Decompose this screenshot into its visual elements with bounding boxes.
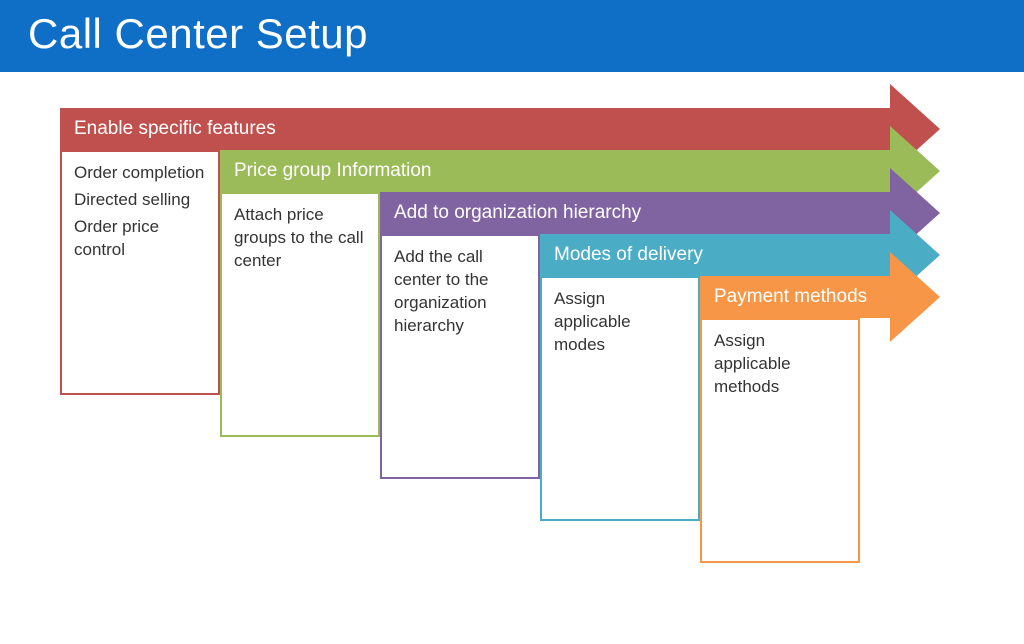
step-header: Enable specific features	[60, 108, 890, 150]
step-header: Payment methods	[700, 276, 890, 318]
step-label: Enable specific features	[74, 118, 276, 140]
step-item: Assign applicable methods	[714, 330, 846, 399]
step-description: Add the call center to the organization …	[380, 234, 540, 479]
step-label: Payment methods	[714, 286, 867, 308]
step-header: Add to organization hierarchy	[380, 192, 890, 234]
step-item: Add the call center to the organization …	[394, 246, 526, 338]
step-item: Order completion	[74, 162, 206, 185]
step-item: Assign applicable modes	[554, 288, 686, 357]
arrow-icon	[890, 252, 940, 342]
step-item: Order price control	[74, 216, 206, 262]
step-label: Price group Information	[234, 160, 432, 182]
step-description: Assign applicable methods	[700, 318, 860, 563]
step-description: Attach price groups to the call center	[220, 192, 380, 437]
title-bar: Call Center Setup	[0, 0, 1024, 72]
step-description: Order completion Directed selling Order …	[60, 150, 220, 395]
step-item: Attach price groups to the call center	[234, 204, 366, 273]
step-header: Price group Information	[220, 150, 890, 192]
page-title: Call Center Setup	[28, 10, 996, 58]
process-diagram: Enable specific features Order completio…	[60, 84, 960, 644]
step-header: Modes of delivery	[540, 234, 890, 276]
step-item: Directed selling	[74, 189, 206, 212]
step-label: Add to organization hierarchy	[394, 202, 641, 224]
step-description: Assign applicable modes	[540, 276, 700, 521]
step-label: Modes of delivery	[554, 244, 703, 266]
